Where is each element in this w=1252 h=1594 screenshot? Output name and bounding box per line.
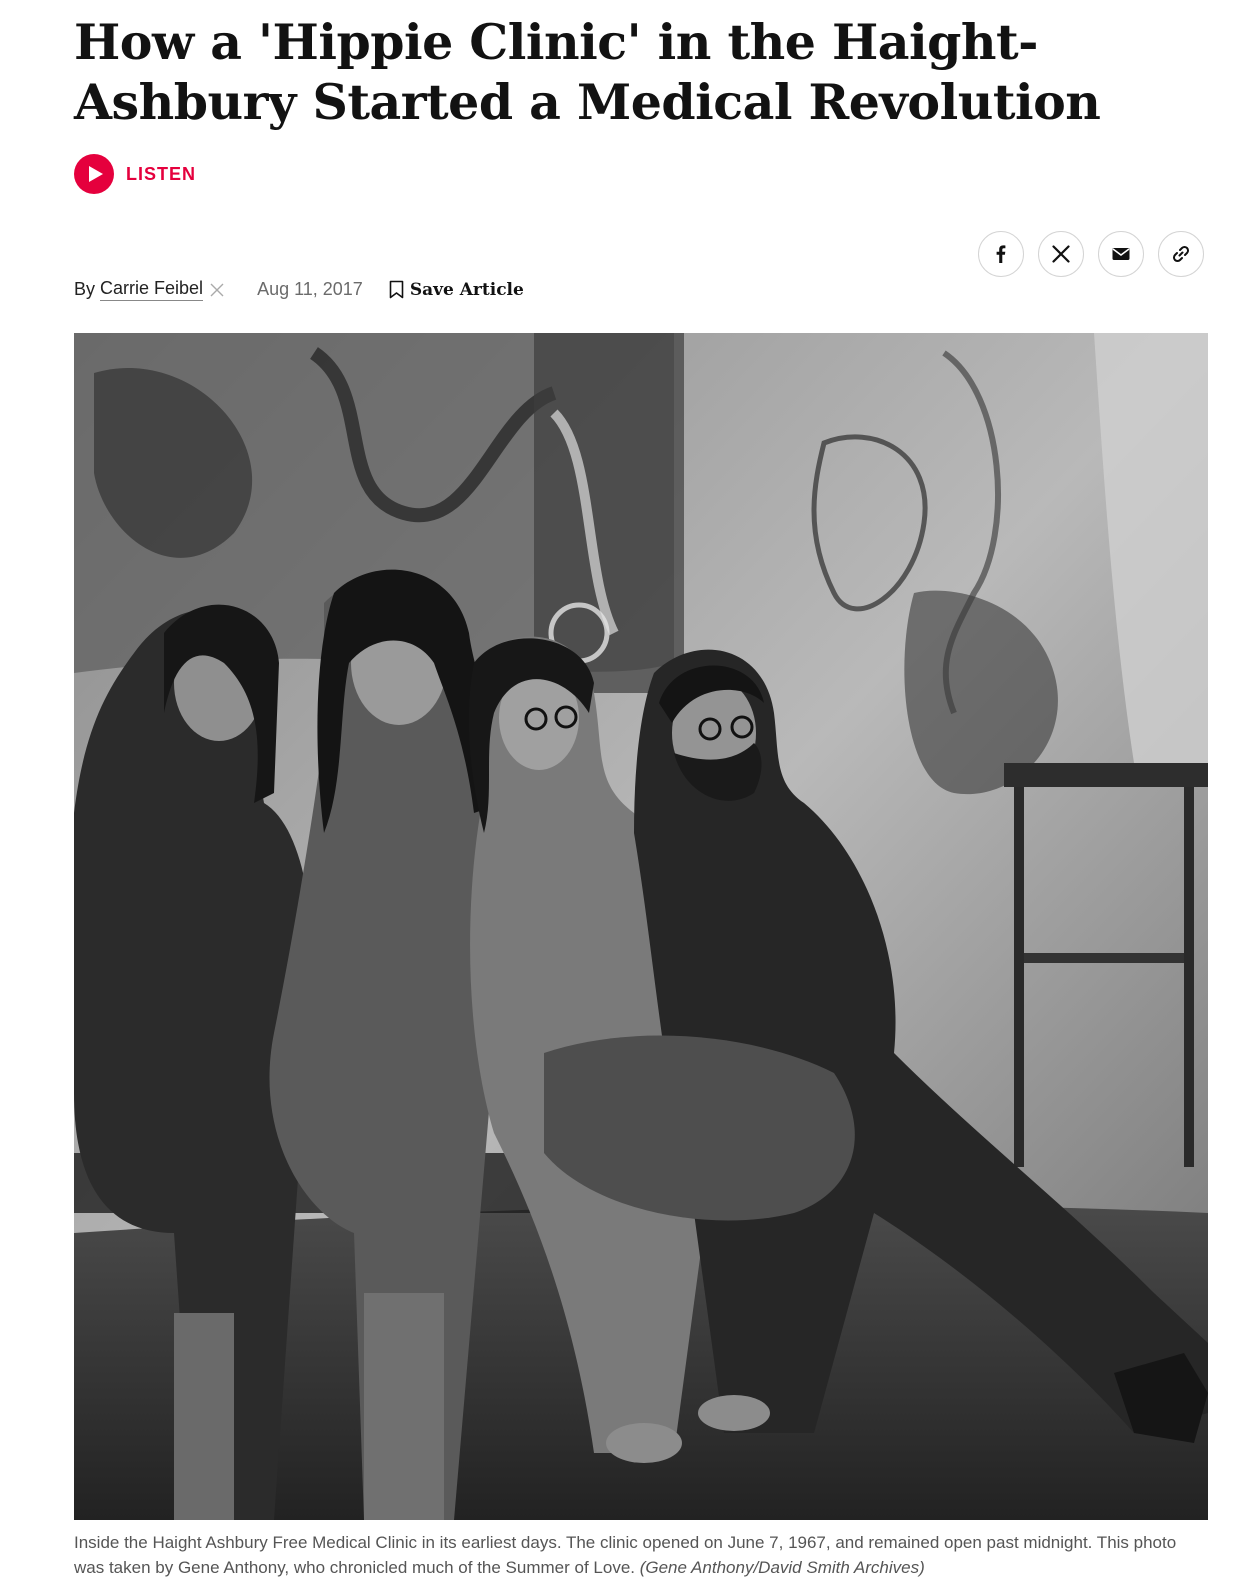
x-icon — [1052, 245, 1070, 263]
article-headline: How a 'Hippie Clinic' in the Haight-Ashb… — [74, 13, 1101, 131]
share-bar — [978, 231, 1204, 277]
byline: By Carrie Feibel Aug 11, 2017 Save Artic… — [74, 278, 524, 301]
publish-date: Aug 11, 2017 — [257, 279, 363, 299]
author-link[interactable]: Carrie Feibel — [100, 278, 204, 301]
hero-photo-illustration — [74, 333, 1208, 1520]
share-facebook-button[interactable] — [978, 231, 1024, 277]
facebook-icon — [996, 245, 1006, 263]
caption-credit: (Gene Anthony/David Smith Archives) — [639, 1558, 925, 1577]
bookmark-icon — [389, 280, 404, 299]
save-article-button[interactable]: Save Article — [389, 280, 524, 300]
link-icon — [1172, 245, 1190, 263]
save-article-label: Save Article — [409, 279, 524, 300]
caption-text: Inside the Haight Ashbury Free Medical C… — [74, 1533, 1177, 1577]
listen-label: LISTEN — [126, 163, 197, 184]
play-icon — [74, 154, 114, 194]
share-email-button[interactable] — [1098, 231, 1144, 277]
hero-photo — [74, 333, 1208, 1520]
listen-button[interactable]: LISTEN — [74, 154, 196, 194]
byline-prefix: By — [74, 279, 96, 299]
email-icon — [1112, 248, 1130, 260]
photo-caption: Inside the Haight Ashbury Free Medical C… — [74, 1530, 1208, 1580]
copy-link-button[interactable] — [1158, 231, 1204, 277]
share-x-button[interactable] — [1038, 231, 1084, 277]
author-x-icon[interactable] — [209, 282, 225, 298]
